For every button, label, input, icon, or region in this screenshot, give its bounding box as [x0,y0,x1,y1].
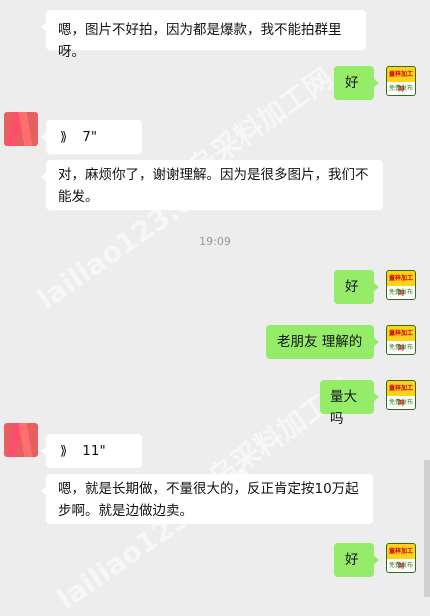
avatar[interactable]: 童梓加工网免费发布 [386,543,416,573]
avatar[interactable]: 童梓加工网免费发布 [386,380,416,410]
avatar[interactable] [4,112,38,146]
message-bubble[interactable]: 对，麻烦你了，谢谢理解。因为是很多图片，我们不能发。 [41,160,383,210]
message-bubble[interactable]: 嗯，就是长期做，不量很大的，反正肯定按10万起步啊。就是边做边卖。 [41,474,373,524]
voice-message-bubble[interactable]: ⟫ 11" [41,434,142,468]
scrollbar[interactable] [424,460,430,597]
message-text: 嗯，图片不好拍，因为都是爆款，我不能拍群里呀。 [58,22,342,60]
avatar[interactable]: 童梓加工网免费发布 [386,66,416,96]
voice-duration: 11" [82,443,106,459]
message-text: 对，麻烦你了，谢谢理解。因为是很多图片，我们不能发。 [58,167,369,205]
avatar[interactable]: 童梓加工网免费发布 [386,325,416,355]
message-bubble[interactable]: 嗯，图片不好拍，因为都是爆款，我不能拍群里呀。 [41,10,366,60]
voice-wave-icon: ⟫ [60,130,68,145]
message-text: 老朋友 理解的 [277,334,363,350]
message-bubble[interactable]: 好 [334,543,379,577]
message-bubble[interactable]: 量大吗 [320,380,379,427]
avatar[interactable] [4,423,38,457]
message-text: 嗯，就是长期做，不量很大的，反正肯定按10万起步啊。就是边做边卖。 [58,481,359,519]
avatar[interactable]: 童梓加工网免费发布 [386,270,416,300]
message-bubble[interactable]: 老朋友 理解的 [266,325,379,359]
voice-duration: 7" [82,129,98,145]
message-text: 好 [345,75,359,91]
message-text: 好 [345,279,359,295]
message-text: 量大吗 [330,389,357,427]
message-bubble[interactable]: 好 [334,66,379,100]
timestamp: 19:09 [199,235,231,248]
voice-wave-icon: ⟫ [60,444,68,459]
voice-message-bubble[interactable]: ⟫ 7" [41,120,142,154]
message-bubble[interactable]: 好 [334,270,379,304]
message-text: 好 [345,552,359,568]
